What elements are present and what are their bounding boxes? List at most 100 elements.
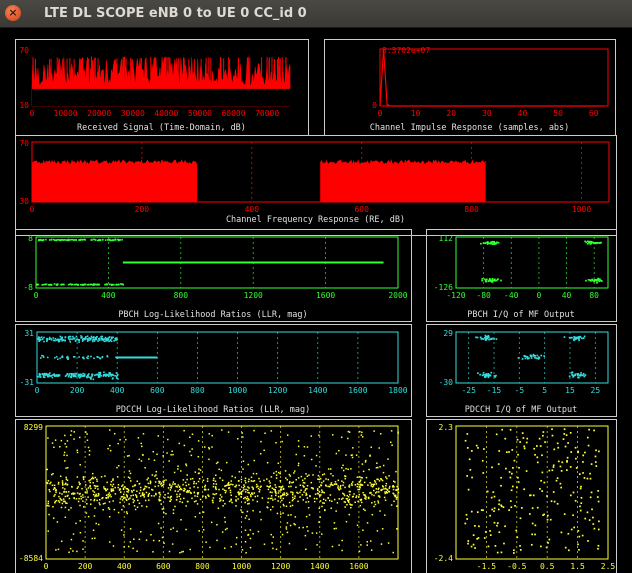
llr-point [379,466,381,468]
llr-point [318,490,321,493]
iq-point [539,488,541,490]
llr-point [65,478,68,480]
iq-point [526,437,529,440]
llr-point [341,467,343,469]
iq-point [471,476,473,479]
xtick-label: 400 [101,291,116,300]
llr-point [177,465,179,467]
llr-point [310,487,313,489]
llr-point [198,530,200,532]
llr-point [275,442,277,444]
llr-point [88,479,90,482]
iq-point [579,487,582,490]
llr-point [350,468,352,470]
llr-point [64,336,67,338]
llr-point [66,440,69,442]
llr-point [97,492,100,495]
llr-point [268,480,271,482]
llr-point [335,452,338,455]
llr-point [141,505,143,507]
iq-point [534,354,537,357]
xtick-label: 1600 [349,562,368,571]
llr-point [141,492,144,494]
llr-point [244,501,246,504]
llr-point [177,490,179,493]
iq-point [508,509,510,511]
llr-point [231,501,233,504]
llr-point [288,473,291,476]
llr-point [284,470,287,472]
llr-point [304,489,306,492]
llr-point [162,483,165,486]
title-bar[interactable]: × LTE DL SCOPE eNB 0 to UE 0 CC_id 0 [0,0,632,28]
llr-point [291,481,293,484]
llr-point [230,546,233,548]
xtick-label: 800 [190,386,205,395]
llr-point [364,461,367,463]
llr-point [119,283,122,285]
llr-point [396,485,398,488]
llr-point [48,338,51,341]
plot-area [455,331,609,384]
llr-point [76,487,79,490]
llr-point [260,518,262,521]
llr-point [71,486,73,488]
llr-point [244,517,247,519]
chart-chan_impulse: 8.3702e+0700 10 20 30 40 50 60Channel Impulse … [324,39,616,136]
llr-point [370,549,373,551]
llr-point [39,374,41,377]
llr-point [79,492,81,495]
llr-point [263,543,266,545]
llr-point [66,454,68,457]
iq-point [508,471,511,473]
llr-point [244,479,246,482]
llr-point [297,477,300,479]
llr-point [374,503,377,506]
llr-point [47,530,49,532]
llr-point [169,489,172,491]
iq-point [574,446,577,449]
iq-point [521,358,524,360]
llr-point [73,338,76,340]
iq-point [568,336,571,339]
llr-point [337,485,339,487]
llr-point [102,508,104,511]
iq-point [465,513,468,516]
chart-title: PDCCH I/Q of MF Output [465,405,578,415]
llr-point [48,505,50,507]
llr-point [271,487,274,489]
llr-point [110,336,113,339]
llr-point [360,484,362,486]
iq-point [550,500,553,503]
llr-point [125,438,127,441]
llr-point [243,484,245,486]
llr-point [78,356,80,358]
llr-point [305,548,307,551]
llr-point [42,283,44,286]
chart-title: PDCCH Log-Likelihood Ratios (LLR, mag) [116,405,310,415]
llr-point [340,436,343,439]
llr-point [92,493,95,496]
iq-point [576,373,579,375]
xtick-label: 1600 [316,291,335,300]
xtick-label: 0 [378,109,383,118]
iq-point [535,357,538,359]
iq-point [493,240,496,243]
iq-point [466,518,469,520]
llr-point [259,486,262,488]
ytick-label: 70 [19,46,29,55]
close-button[interactable]: × [5,5,21,21]
iq-point [536,506,539,509]
llr-point [343,501,346,503]
llr-point [344,475,346,477]
llr-point [104,487,107,490]
llr-point [224,521,226,523]
iq-point [475,444,478,447]
iq-point [500,484,502,487]
llr-point [53,283,56,285]
xtick-label: 50 [553,109,563,118]
llr-point [360,501,363,504]
llr-point [356,483,359,485]
llr-point [358,483,360,486]
xtick-label: 1200 [271,562,290,571]
